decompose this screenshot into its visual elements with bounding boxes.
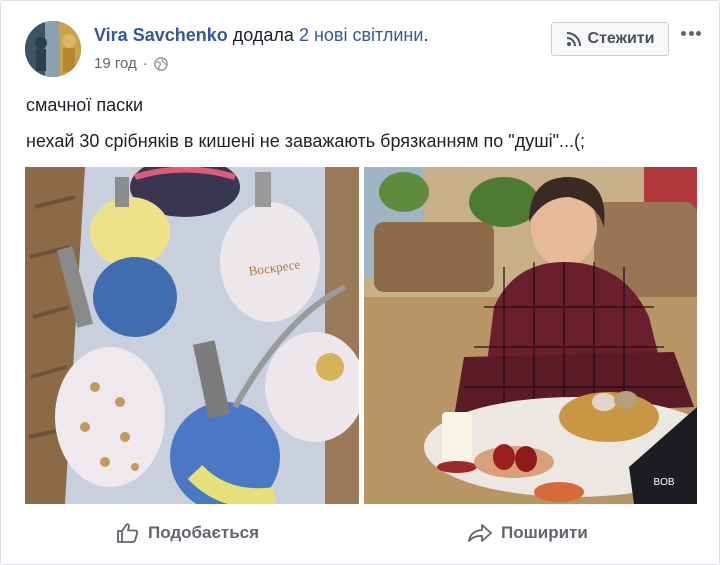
globe-icon[interactable] bbox=[153, 56, 168, 71]
more-icon[interactable] bbox=[681, 25, 701, 41]
action-bar: Подобається Поширити bbox=[1, 504, 719, 562]
post-time[interactable]: 19 год bbox=[94, 55, 137, 72]
photo-grenades[interactable]: Воскресе bbox=[25, 167, 359, 504]
follow-label: Стежити bbox=[587, 30, 655, 47]
post-card: Vira Savchenko додала 2 нові світлини. 1… bbox=[0, 0, 720, 565]
meta-separator: · bbox=[142, 55, 148, 72]
photo2-caption: BOB bbox=[653, 477, 674, 488]
action-suffix: . bbox=[423, 25, 429, 45]
post-header: Vira Savchenko додала 2 нові світлини. bbox=[94, 25, 428, 46]
like-button[interactable]: Подобається bbox=[116, 517, 259, 549]
follow-button[interactable]: Стежити bbox=[551, 22, 669, 56]
like-label: Подобається bbox=[148, 523, 260, 542]
share-label: Поширити bbox=[501, 523, 588, 542]
photo-woman-easter[interactable]: BOB bbox=[364, 167, 697, 504]
post-text-line-2: нехай 30 срібняків в кишені не заважають… bbox=[26, 131, 586, 151]
photo-grenades-image: Воскресе bbox=[25, 167, 359, 504]
post-text-line-1: смачної паски bbox=[26, 95, 144, 115]
action-prefix: додала bbox=[232, 25, 294, 45]
rss-icon bbox=[566, 32, 581, 47]
thumbs-up-icon bbox=[117, 523, 138, 543]
author-name[interactable]: Vira Savchenko bbox=[94, 25, 228, 45]
post-meta: 19 год · bbox=[94, 55, 168, 72]
share-button[interactable]: Поширити bbox=[467, 517, 588, 549]
photos-link[interactable]: 2 нові світлини bbox=[299, 25, 424, 45]
photo-woman-easter-image: BOB bbox=[364, 167, 697, 504]
share-arrow-icon bbox=[468, 524, 492, 542]
avatar-image bbox=[25, 21, 81, 77]
avatar[interactable] bbox=[25, 21, 81, 77]
